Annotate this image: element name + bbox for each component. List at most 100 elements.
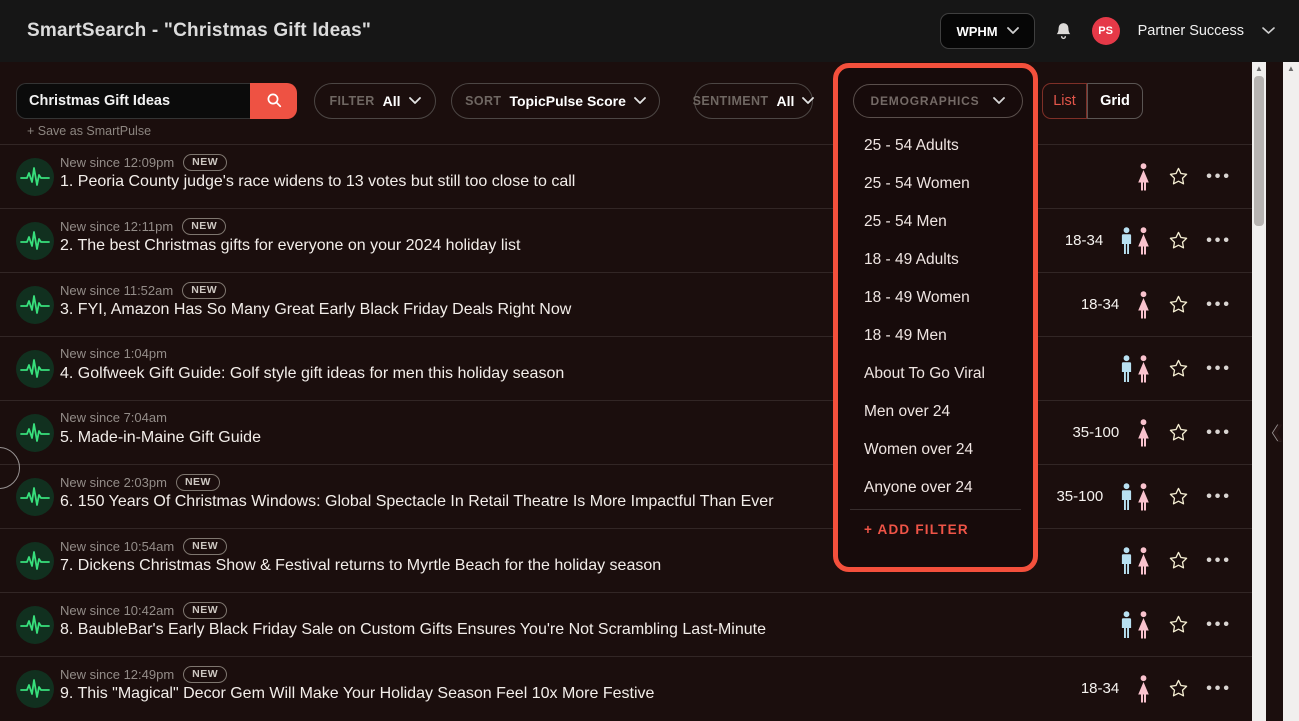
gender-icons [1120, 354, 1151, 383]
row-meta: New since 12:11pm NEW [60, 218, 227, 235]
list-item: New since 2:03pm NEW 6. 150 Years Of Chr… [0, 464, 1252, 528]
more-options-button[interactable]: ••• [1206, 424, 1232, 441]
add-filter-button[interactable]: + ADD FILTER [838, 510, 1033, 550]
star-icon[interactable] [1168, 230, 1189, 251]
demographics-menu-item[interactable]: Anyone over 24 [838, 469, 1033, 507]
pulse-icon [16, 670, 54, 708]
demographics-menu-item[interactable]: 18 - 49 Women [838, 279, 1033, 317]
row-actions: ••• [1120, 593, 1232, 656]
scroll-up-arrow-icon[interactable]: ▲ [1252, 65, 1266, 73]
star-icon[interactable] [1168, 486, 1189, 507]
pulse-icon [16, 414, 54, 452]
more-options-button[interactable]: ••• [1206, 360, 1232, 377]
sort-value: TopicPulse Score [509, 93, 626, 109]
star-icon[interactable] [1168, 294, 1189, 315]
row-timestamp: New since 11:52am [60, 283, 174, 298]
male-icon [1120, 610, 1133, 639]
collapse-chevron-icon[interactable]: ❮ [1271, 422, 1284, 442]
demographics-highlight-box: DEMOGRAPHICS 25 - 54 Adults 25 - 54 Women… [833, 63, 1038, 572]
scroll-up-arrow-icon[interactable]: ▲ [1283, 65, 1299, 73]
row-actions: 35-100 ••• [1072, 401, 1232, 464]
sort-dropdown[interactable]: SORT TopicPulse Score [451, 83, 660, 119]
star-icon[interactable] [1168, 358, 1189, 379]
more-options-button[interactable]: ••• [1206, 680, 1232, 697]
sentiment-label: SENTIMENT [692, 94, 769, 108]
row-title[interactable]: 9. This "Magical" Decor Gem Will Make Yo… [60, 685, 654, 703]
pulse-icon [16, 222, 54, 260]
org-selector-label: WPHM [956, 23, 998, 39]
chevron-down-icon[interactable] [1262, 27, 1275, 35]
view-toggle-list[interactable]: List [1042, 83, 1087, 119]
female-icon [1136, 674, 1151, 703]
demographics-menu-item[interactable]: 25 - 54 Women [838, 165, 1033, 203]
star-icon[interactable] [1168, 678, 1189, 699]
search-button[interactable] [250, 83, 297, 119]
row-title[interactable]: 1. Peoria County judge's race widens to … [60, 173, 575, 191]
female-icon [1136, 226, 1151, 255]
filter-dropdown[interactable]: FILTER All [314, 83, 436, 119]
page-scrollbar[interactable]: ▲ [1283, 62, 1299, 721]
row-meta: New since 10:42am NEW [60, 602, 228, 619]
search-bar [16, 83, 297, 119]
view-toggle-grid[interactable]: Grid [1087, 83, 1143, 119]
gender-icons [1136, 674, 1151, 703]
star-icon[interactable] [1168, 614, 1189, 635]
scrollbar-thumb[interactable] [1254, 76, 1264, 226]
row-title[interactable]: 4. Golfweek Gift Guide: Golf style gift … [60, 365, 564, 383]
save-smartpulse-link[interactable]: + Save as SmartPulse [27, 124, 151, 138]
search-input[interactable] [16, 83, 250, 119]
new-badge: NEW [182, 282, 227, 299]
chevron-down-icon [1006, 27, 1019, 35]
star-icon[interactable] [1168, 166, 1189, 187]
row-title[interactable]: 7. Dickens Christmas Show & Festival ret… [60, 557, 661, 575]
female-icon [1136, 610, 1151, 639]
star-icon[interactable] [1168, 550, 1189, 571]
more-options-button[interactable]: ••• [1206, 232, 1232, 249]
more-options-button[interactable]: ••• [1206, 552, 1232, 569]
more-options-button[interactable]: ••• [1206, 168, 1232, 185]
more-options-button[interactable]: ••• [1206, 488, 1232, 505]
row-title[interactable]: 8. BaubleBar's Early Black Friday Sale o… [60, 621, 766, 639]
pulse-icon [16, 478, 54, 516]
list-item: New since 11:52am NEW 3. FYI, Amazon Has… [0, 272, 1252, 336]
demographics-dropdown[interactable]: DEMOGRAPHICS [853, 84, 1023, 118]
more-options-button[interactable]: ••• [1206, 616, 1232, 633]
demographics-menu-item[interactable]: Women over 24 [838, 431, 1033, 469]
gender-icons [1120, 226, 1151, 255]
row-title[interactable]: 6. 150 Years Of Christmas Windows: Globa… [60, 493, 774, 511]
demographics-menu-item[interactable]: About To Go Viral [838, 355, 1033, 393]
pulse-icon [16, 286, 54, 324]
demographics-menu-item[interactable]: Men over 24 [838, 393, 1033, 431]
chevron-down-icon [802, 97, 815, 105]
row-meta: New since 10:54am NEW [60, 538, 228, 555]
row-title[interactable]: 3. FYI, Amazon Has So Many Great Early B… [60, 301, 571, 319]
row-timestamp: New since 12:09pm [60, 155, 175, 170]
star-icon[interactable] [1168, 422, 1189, 443]
gender-icons [1136, 290, 1151, 319]
app-header: SmartSearch - "Christmas Gift Ideas" WPH… [0, 0, 1299, 62]
age-range-label: 18-34 [1064, 232, 1104, 249]
row-title[interactable]: 2. The best Christmas gifts for everyone… [60, 237, 520, 255]
list-item: New since 1:04pm 4. Golfweek Gift Guide:… [0, 336, 1252, 400]
sentiment-dropdown[interactable]: SENTIMENT All [692, 83, 815, 119]
results-list: New since 12:09pm NEW 1. Peoria County j… [0, 144, 1252, 720]
list-item: New since 12:11pm NEW 2. The best Christ… [0, 208, 1252, 272]
avatar[interactable]: PS [1091, 17, 1120, 45]
inner-scrollbar[interactable]: ▲ [1252, 62, 1266, 721]
smartsearch-app: SmartSearch - "Christmas Gift Ideas" WPH… [0, 0, 1299, 721]
row-meta: New since 2:03pm NEW [60, 474, 220, 491]
demographics-menu-item[interactable]: 25 - 54 Adults [838, 127, 1033, 165]
demographics-menu-item[interactable]: 18 - 49 Men [838, 317, 1033, 355]
demographics-menu-item[interactable]: 18 - 49 Adults [838, 241, 1033, 279]
org-selector-button[interactable]: WPHM [940, 13, 1035, 49]
male-icon [1120, 482, 1133, 511]
chevron-down-icon [993, 97, 1006, 105]
bell-icon[interactable] [1053, 20, 1074, 42]
sort-label: SORT [465, 94, 502, 108]
more-options-button[interactable]: ••• [1206, 296, 1232, 313]
row-title[interactable]: 5. Made-in-Maine Gift Guide [60, 429, 261, 447]
male-icon [1120, 546, 1133, 575]
search-icon [265, 91, 283, 112]
demographics-menu-item[interactable]: 25 - 54 Men [838, 203, 1033, 241]
content-area: + Save as SmartPulse FILTER All SORT Top… [0, 62, 1299, 721]
